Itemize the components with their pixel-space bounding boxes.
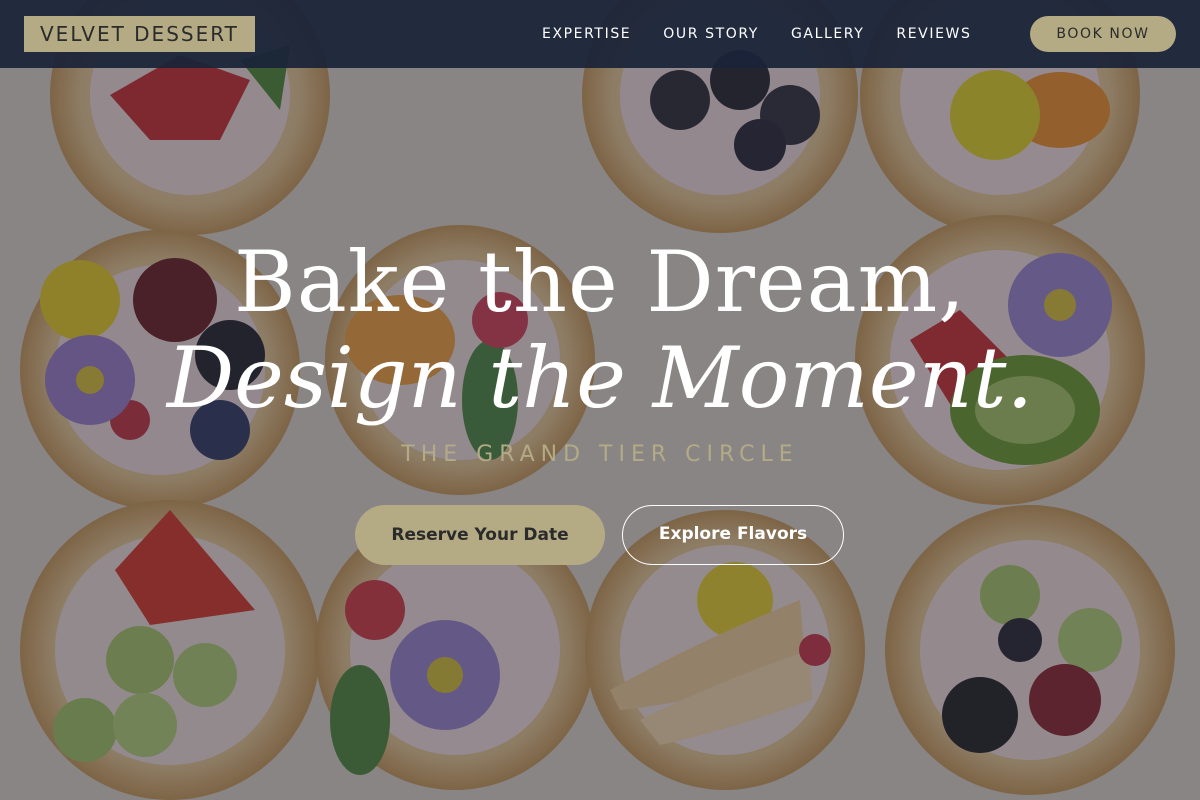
nav-links: EXPERTISE OUR STORY GALLERY REVIEWS bbox=[542, 0, 971, 68]
navbar: VELVET DESSERT EXPERTISE OUR STORY GALLE… bbox=[0, 0, 1200, 68]
nav-link-expertise[interactable]: EXPERTISE bbox=[542, 26, 631, 42]
nav-link-gallery[interactable]: GALLERY bbox=[791, 26, 864, 42]
headline-line-1: Bake the Dream, bbox=[233, 233, 967, 331]
explore-flavors-button[interactable]: Explore Flavors bbox=[622, 505, 844, 565]
brand-logo[interactable]: VELVET DESSERT bbox=[24, 16, 255, 52]
nav-link-our-story[interactable]: OUR STORY bbox=[663, 26, 759, 42]
hero-tagline: THE GRAND TIER CIRCLE bbox=[401, 442, 799, 467]
hero-headline: Bake the Dream, Design the Moment. bbox=[0, 232, 1200, 424]
book-now-button[interactable]: BOOK NOW bbox=[1030, 16, 1176, 52]
headline-line-2: Design the Moment. bbox=[166, 329, 1034, 427]
reserve-date-button[interactable]: Reserve Your Date bbox=[355, 505, 605, 565]
nav-link-reviews[interactable]: REVIEWS bbox=[896, 26, 971, 42]
